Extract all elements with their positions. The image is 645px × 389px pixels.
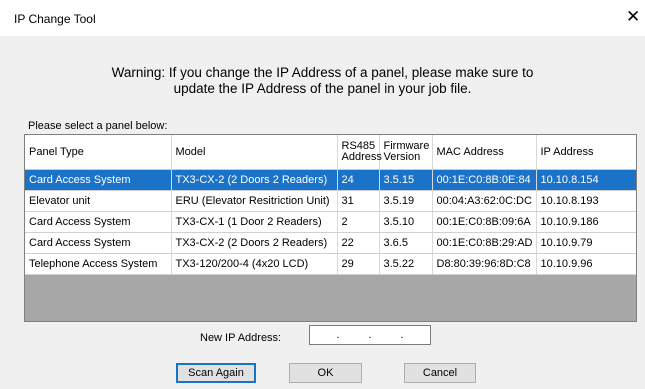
new-ip-label: New IP Address: bbox=[200, 332, 282, 344]
ip-dot-1: . bbox=[336, 329, 340, 341]
cell-ip: 10.10.8.193 bbox=[536, 190, 636, 212]
cell-mac: 00:1E:C0:8B:09:6A bbox=[432, 211, 537, 233]
table-row[interactable]: Card Access System TX3-CX-2 (2 Doors 2 Re… bbox=[25, 232, 636, 254]
cell-panel-type: Card Access System bbox=[25, 169, 172, 191]
table-row[interactable]: Elevator unit ERU (Elevator Resitriction … bbox=[25, 190, 636, 212]
cell-firmware: 3.5.22 bbox=[379, 253, 433, 275]
cell-firmware: 3.5.15 bbox=[379, 169, 433, 191]
cell-panel-type: Telephone Access System bbox=[25, 253, 172, 275]
warning-line-2: update the IP Address of the panel in yo… bbox=[173, 81, 472, 96]
cell-rs485: 29 bbox=[337, 253, 380, 275]
cell-firmware: 3.5.10 bbox=[379, 211, 433, 233]
close-icon[interactable]: ✕ bbox=[626, 8, 640, 25]
cell-panel-type: Card Access System bbox=[25, 232, 172, 254]
column-header-rs485[interactable]: RS485 Address bbox=[337, 135, 382, 170]
column-header-ip[interactable]: IP Address bbox=[536, 135, 636, 170]
cell-rs485: 2 bbox=[337, 211, 380, 233]
cell-model: TX3-CX-2 (2 Doors 2 Readers) bbox=[171, 169, 338, 191]
cell-firmware: 3.5.19 bbox=[379, 190, 433, 212]
cell-ip: 10.10.9.79 bbox=[536, 232, 636, 254]
cell-mac: 00:1E:C0:8B:0E:84 bbox=[432, 169, 537, 191]
new-ip-input[interactable]: . . . bbox=[309, 325, 431, 345]
rs485-header-line-2: Address bbox=[341, 151, 382, 163]
select-panel-prompt: Please select a panel below: bbox=[28, 120, 168, 132]
cancel-button[interactable]: Cancel bbox=[404, 363, 476, 383]
firmware-header-line-2: Version bbox=[383, 151, 421, 163]
cell-firmware: 3.6.5 bbox=[379, 232, 433, 254]
cell-rs485: 24 bbox=[337, 169, 380, 191]
cell-mac: 00:1E:C0:8B:29:AD bbox=[432, 232, 537, 254]
table-row[interactable]: Card Access System TX3-CX-1 (1 Door 2 Rea… bbox=[25, 211, 636, 233]
scan-again-button[interactable]: Scan Again bbox=[176, 363, 256, 383]
ip-dot-2: . bbox=[368, 329, 372, 341]
column-header-firmware[interactable]: Firmware Version bbox=[379, 135, 433, 170]
ok-button[interactable]: OK bbox=[289, 363, 362, 383]
warning-line-1: Warning: If you change the IP Address of… bbox=[111, 65, 534, 80]
warning-message: Warning: If you change the IP Address of… bbox=[0, 65, 645, 97]
cell-panel-type: Elevator unit bbox=[25, 190, 172, 212]
cell-rs485: 31 bbox=[337, 190, 380, 212]
cell-model: TX3-CX-2 (2 Doors 2 Readers) bbox=[171, 232, 338, 254]
cell-rs485: 22 bbox=[337, 232, 380, 254]
ip-dot-3: . bbox=[400, 329, 404, 341]
cell-model: TX3-CX-1 (1 Door 2 Readers) bbox=[171, 211, 338, 233]
cell-panel-type: Card Access System bbox=[25, 211, 172, 233]
cell-mac: 00:04:A3:62:0C:DC bbox=[432, 190, 537, 212]
dialog-body: Warning: If you change the IP Address of… bbox=[0, 36, 645, 389]
cell-ip: 10.10.9.96 bbox=[536, 253, 636, 275]
column-header-mac[interactable]: MAC Address bbox=[432, 135, 537, 170]
panel-table[interactable]: Panel Type Model RS485 Address Firmware … bbox=[24, 134, 637, 322]
cell-ip: 10.10.9.186 bbox=[536, 211, 636, 233]
cell-mac: D8:80:39:96:8D:C8 bbox=[432, 253, 537, 275]
window-title: IP Change Tool bbox=[14, 12, 96, 26]
cell-ip: 10.10.8.154 bbox=[536, 169, 636, 191]
cell-model: TX3-120/200-4 (4x20 LCD) bbox=[171, 253, 338, 275]
table-header-row: Panel Type Model RS485 Address Firmware … bbox=[25, 135, 636, 170]
cell-model: ERU (Elevator Resitriction Unit) bbox=[171, 190, 338, 212]
title-bar: IP Change Tool ✕ bbox=[0, 0, 645, 36]
table-row[interactable]: Card Access System TX3-CX-2 (2 Doors 2 Re… bbox=[25, 169, 636, 191]
column-header-model[interactable]: Model bbox=[171, 135, 338, 170]
table-row[interactable]: Telephone Access System TX3-120/200-4 (4x… bbox=[25, 253, 636, 275]
column-header-panel-type[interactable]: Panel Type bbox=[25, 135, 172, 170]
